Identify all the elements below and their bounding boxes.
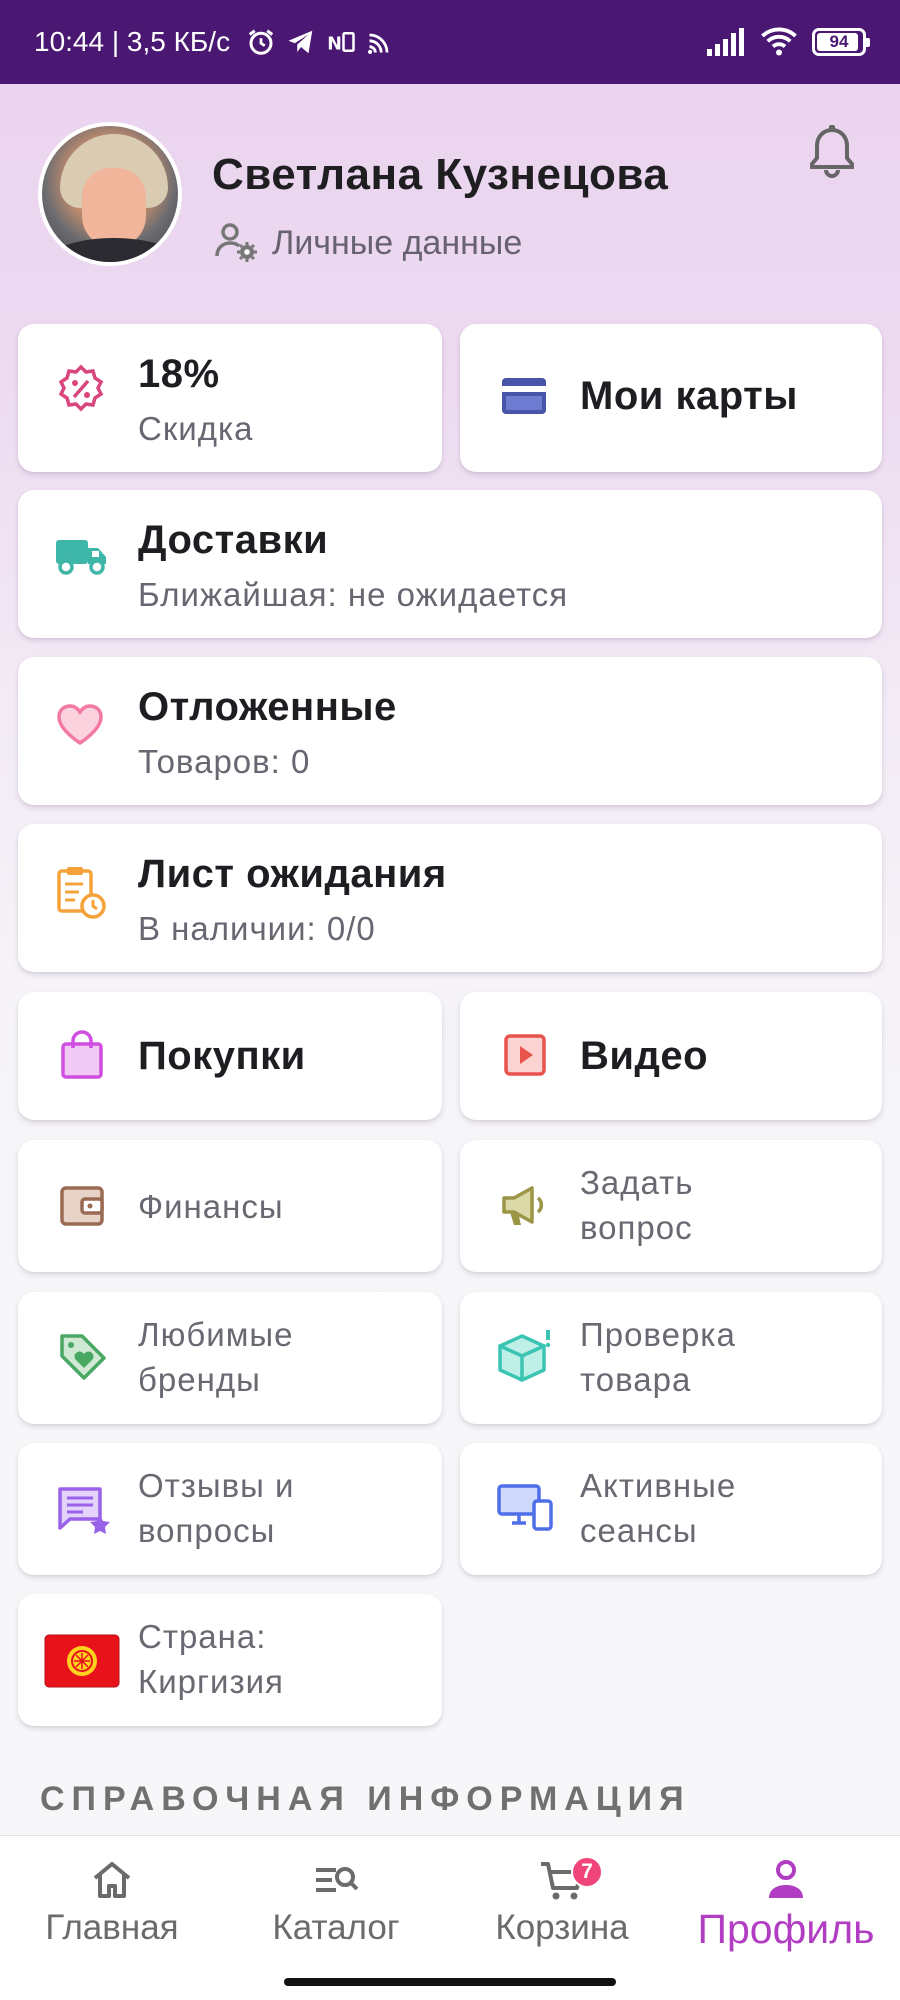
user-name: Светлана Кузнецова <box>212 150 669 199</box>
devices-icon <box>497 1484 553 1531</box>
discount-value: 18% <box>138 352 220 396</box>
product-check-line1: Проверка <box>580 1316 736 1353</box>
product-check-line2: товара <box>580 1361 692 1398</box>
finances-label: Финансы <box>138 1188 284 1225</box>
credit-card-icon <box>502 378 546 414</box>
svg-text:N: N <box>327 35 342 55</box>
active-sessions-line2: сеансы <box>580 1512 698 1549</box>
active-sessions-label: Активные сеансы <box>580 1463 736 1553</box>
bottom-navigation: Главная Каталог 7 Корзина Профиль <box>0 1835 900 2000</box>
cart-count-badge: 7 <box>571 1856 603 1888</box>
cast-icon <box>368 33 389 55</box>
deliveries-card[interactable]: Доставки Ближайшая: не ожидается <box>18 490 882 638</box>
truck-icon <box>56 540 106 575</box>
ask-question-label: Задать вопрос <box>580 1160 693 1250</box>
telegram-icon <box>288 30 313 54</box>
tag-heart-icon <box>60 1334 106 1380</box>
heart-icon <box>57 704 103 746</box>
catalog-search-icon <box>316 1867 359 1892</box>
video-play-icon <box>504 1034 546 1076</box>
country-line2: Киргизия <box>138 1663 284 1700</box>
shopping-bag-icon <box>61 1030 103 1079</box>
product-check-label: Проверка товара <box>580 1312 736 1402</box>
product-check-card[interactable]: Проверка товара <box>460 1292 882 1424</box>
alarm-icon <box>248 29 274 55</box>
avatar-shoulders <box>52 238 176 262</box>
video-card[interactable]: Видео <box>460 992 882 1120</box>
discount-label: Скидка <box>138 410 254 447</box>
nav-profile[interactable]: Профиль <box>686 1858 886 1953</box>
favorite-brands-line1: Любимые <box>138 1316 294 1353</box>
waitlist-subtitle: В наличии: 0/0 <box>138 910 376 947</box>
nav-cart-label: Корзина <box>495 1908 629 1947</box>
nav-catalog[interactable]: Каталог <box>236 1858 436 1948</box>
country-card[interactable]: Страна: Киргизия <box>18 1594 442 1726</box>
ask-question-line2: вопрос <box>580 1209 693 1246</box>
purchases-card[interactable]: Покупки <box>18 992 442 1120</box>
purchases-label: Покупки <box>138 1034 306 1078</box>
clipboard-clock-icon <box>57 867 106 919</box>
nav-home-label: Главная <box>45 1908 179 1947</box>
discount-card[interactable]: 18% Скидка <box>18 324 442 472</box>
personal-data-label: Личные данные <box>272 223 523 262</box>
avatar-face <box>82 168 146 248</box>
box-check-icon <box>498 1330 551 1382</box>
my-cards-label: Мои карты <box>580 374 798 418</box>
deliveries-subtitle: Ближайшая: не ожидается <box>138 576 569 613</box>
ask-question-card[interactable]: Задать вопрос <box>460 1140 882 1272</box>
nav-catalog-label: Каталог <box>272 1908 400 1947</box>
wifi-icon <box>761 27 797 56</box>
status-time-speed: 10:44 | 3,5 КБ/с <box>34 26 231 57</box>
megaphone-icon <box>502 1186 544 1225</box>
country-line1: Страна: <box>138 1618 267 1655</box>
ask-question-line1: Задать <box>580 1164 694 1201</box>
postponed-subtitle: Товаров: 0 <box>138 743 311 780</box>
favorite-brands-card[interactable]: Любимые бренды <box>18 1292 442 1424</box>
reference-info-heading: СПРАВОЧНАЯ ИНФОРМАЦИЯ <box>40 1780 691 1818</box>
postponed-title: Отложенные <box>138 685 397 729</box>
favorite-brands-label: Любимые бренды <box>138 1312 294 1402</box>
country-label: Страна: Киргизия <box>138 1614 284 1704</box>
reviews-star-icon <box>58 1487 110 1534</box>
home-icon <box>93 1862 131 1898</box>
video-label: Видео <box>580 1034 709 1078</box>
postponed-card[interactable]: Отложенные Товаров: 0 <box>18 657 882 805</box>
active-sessions-line1: Активные <box>580 1467 737 1504</box>
notification-bell-icon[interactable] <box>808 124 856 178</box>
active-sessions-card[interactable]: Активные сеансы <box>460 1443 882 1575</box>
waitlist-title: Лист ожидания <box>138 852 447 896</box>
home-indicator <box>284 1978 616 1986</box>
kyrgyzstan-flag-icon <box>44 1634 120 1688</box>
nav-home[interactable]: Главная <box>12 1858 212 1948</box>
profile-icon <box>769 1860 803 1898</box>
waitlist-card[interactable]: Лист ожидания В наличии: 0/0 <box>18 824 882 972</box>
nfc-icon: N <box>327 32 355 55</box>
reviews-line1: Отзывы и <box>138 1467 295 1504</box>
favorite-brands-line2: бренды <box>138 1361 261 1398</box>
reviews-line2: вопросы <box>138 1512 276 1549</box>
avatar[interactable] <box>38 122 182 266</box>
nav-profile-label: Профиль <box>697 1906 875 1952</box>
user-settings-icon <box>215 223 257 262</box>
signal-icon <box>707 28 744 56</box>
my-cards-card[interactable]: Мои карты <box>460 324 882 472</box>
wallet-icon <box>60 1186 104 1226</box>
discount-badge-icon <box>58 364 104 412</box>
reviews-card[interactable]: Отзывы и вопросы <box>18 1443 442 1575</box>
finances-card[interactable]: Финансы <box>18 1140 442 1272</box>
status-bar: 10:44 | 3,5 КБ/с N 94 <box>0 0 900 84</box>
battery-icon: 94 <box>812 28 870 56</box>
deliveries-title: Доставки <box>138 518 329 562</box>
nav-cart[interactable]: 7 Корзина <box>462 1856 662 1948</box>
battery-level: 94 <box>829 32 849 51</box>
reviews-label: Отзывы и вопросы <box>138 1463 294 1553</box>
personal-data-link[interactable]: Личные данные <box>214 222 522 264</box>
